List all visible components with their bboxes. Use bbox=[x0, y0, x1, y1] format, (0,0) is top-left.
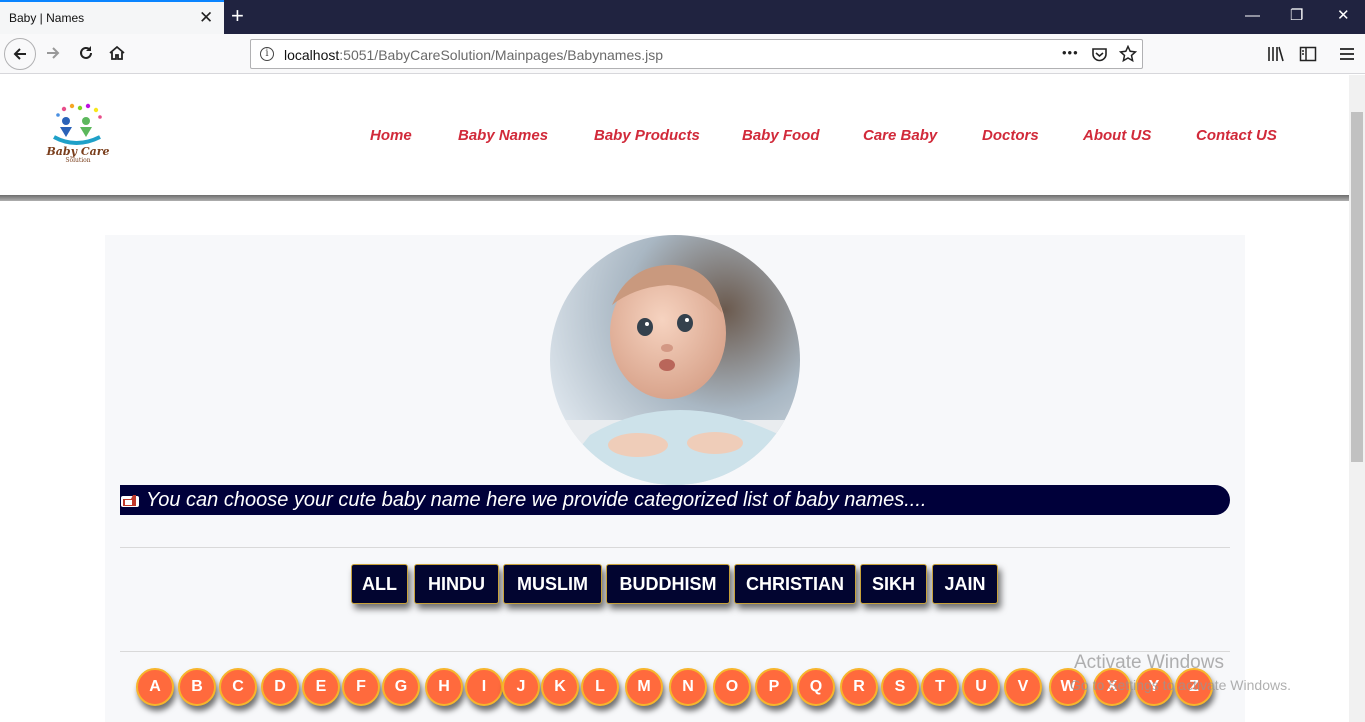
baby-image bbox=[550, 235, 800, 485]
letter-v-button[interactable]: V bbox=[1004, 668, 1042, 706]
menu-about-us[interactable]: About US bbox=[1083, 127, 1151, 144]
activation-watermark-title: Activate Windows bbox=[1074, 652, 1224, 673]
category-muslim-button[interactable]: MUSLIM bbox=[503, 564, 602, 604]
category-buddhism-button[interactable]: BUDDHISM bbox=[606, 564, 730, 604]
letter-p-button[interactable]: P bbox=[755, 668, 793, 706]
letter-q-button[interactable]: Q bbox=[797, 668, 835, 706]
tab-title: Baby | Names bbox=[9, 11, 85, 25]
letter-k-button[interactable]: K bbox=[541, 668, 579, 706]
header-shadow-divider bbox=[0, 195, 1349, 201]
divider-top bbox=[120, 547, 1230, 548]
menu-care-baby[interactable]: Care Baby bbox=[863, 127, 937, 144]
logo-subtext: Solution bbox=[65, 157, 91, 164]
site-header: Baby Care Solution Home Baby Names Baby … bbox=[0, 75, 1349, 195]
letter-f-button[interactable]: F bbox=[342, 668, 380, 706]
letter-m-button[interactable]: M bbox=[625, 668, 663, 706]
hand-pointer-icon bbox=[121, 495, 139, 507]
letter-a-button[interactable]: A bbox=[136, 668, 174, 706]
letter-i-button[interactable]: I bbox=[465, 668, 503, 706]
minimize-button[interactable]: — bbox=[1245, 7, 1260, 25]
tab-close-icon[interactable]: ✕ bbox=[199, 8, 213, 28]
letter-l-button[interactable]: L bbox=[581, 668, 619, 706]
site-logo[interactable]: Baby Care Solution bbox=[42, 103, 114, 165]
letter-j-button[interactable]: J bbox=[502, 668, 540, 706]
browser-tab-strip: Baby | Names ✕ + — ❐ ✕ bbox=[0, 0, 1365, 34]
info-banner-text: You can choose your cute baby name here … bbox=[146, 489, 927, 511]
page-scrollbar[interactable] bbox=[1349, 75, 1365, 722]
logo-icon bbox=[53, 103, 102, 145]
close-window-button[interactable]: ✕ bbox=[1337, 7, 1350, 25]
letter-t-button[interactable]: T bbox=[921, 668, 959, 706]
new-tab-button[interactable]: + bbox=[231, 4, 244, 28]
sidebar-icon[interactable] bbox=[1299, 45, 1317, 63]
category-sikh-button[interactable]: SIKH bbox=[860, 564, 927, 604]
names-content-panel: You can choose your cute baby name here … bbox=[105, 235, 1245, 722]
hamburger-menu-icon[interactable] bbox=[1338, 45, 1356, 63]
address-bar[interactable]: i localhost:5051/BabyCareSolution/Mainpa… bbox=[250, 39, 1143, 69]
divider-bottom bbox=[120, 651, 1230, 652]
letter-r-button[interactable]: R bbox=[840, 668, 878, 706]
browser-navbar: i localhost:5051/BabyCareSolution/Mainpa… bbox=[0, 34, 1365, 74]
menu-contact-us[interactable]: Contact US bbox=[1196, 127, 1277, 144]
activation-watermark-subtitle: Go to Settings to activate Windows. bbox=[1070, 677, 1291, 693]
bookmark-star-icon[interactable] bbox=[1119, 45, 1137, 63]
menu-doctors[interactable]: Doctors bbox=[982, 127, 1039, 144]
library-icon[interactable] bbox=[1267, 45, 1285, 63]
reload-icon bbox=[80, 46, 92, 59]
letter-g-button[interactable]: G bbox=[382, 668, 420, 706]
category-all-button[interactable]: ALL bbox=[351, 564, 408, 604]
letter-e-button[interactable]: E bbox=[302, 668, 340, 706]
pocket-icon[interactable] bbox=[1091, 46, 1108, 63]
home-button[interactable] bbox=[106, 42, 128, 64]
letter-o-button[interactable]: O bbox=[713, 668, 751, 706]
home-icon bbox=[109, 45, 125, 60]
forward-arrow-icon bbox=[47, 47, 60, 59]
page-actions-icon[interactable]: ••• bbox=[1062, 45, 1079, 60]
browser-tab[interactable]: Baby | Names ✕ bbox=[0, 0, 224, 34]
menu-baby-food[interactable]: Baby Food bbox=[742, 127, 820, 144]
menu-baby-products[interactable]: Baby Products bbox=[594, 127, 700, 144]
letter-b-button[interactable]: B bbox=[178, 668, 216, 706]
menu-baby-names[interactable]: Baby Names bbox=[458, 127, 548, 144]
restore-button[interactable]: ❐ bbox=[1290, 7, 1303, 25]
letter-u-button[interactable]: U bbox=[962, 668, 1000, 706]
back-arrow-icon bbox=[13, 48, 26, 60]
letter-h-button[interactable]: H bbox=[425, 668, 463, 706]
info-icon[interactable]: i bbox=[260, 47, 274, 61]
category-hindu-button[interactable]: HINDU bbox=[414, 564, 499, 604]
url-text[interactable]: localhost:5051/BabyCareSolution/Mainpage… bbox=[284, 47, 663, 63]
reload-button[interactable] bbox=[75, 42, 97, 64]
category-christian-button[interactable]: CHRISTIAN bbox=[734, 564, 856, 604]
forward-button[interactable] bbox=[42, 42, 64, 64]
baby-photo bbox=[550, 235, 800, 485]
letter-n-button[interactable]: N bbox=[669, 668, 707, 706]
back-button[interactable] bbox=[4, 38, 36, 70]
scrollbar-thumb[interactable] bbox=[1351, 112, 1363, 462]
menu-home[interactable]: Home bbox=[370, 127, 412, 144]
letter-d-button[interactable]: D bbox=[261, 668, 299, 706]
info-banner: You can choose your cute baby name here … bbox=[120, 485, 1230, 515]
letter-c-button[interactable]: C bbox=[219, 668, 257, 706]
letter-s-button[interactable]: S bbox=[881, 668, 919, 706]
category-jain-button[interactable]: JAIN bbox=[932, 564, 998, 604]
